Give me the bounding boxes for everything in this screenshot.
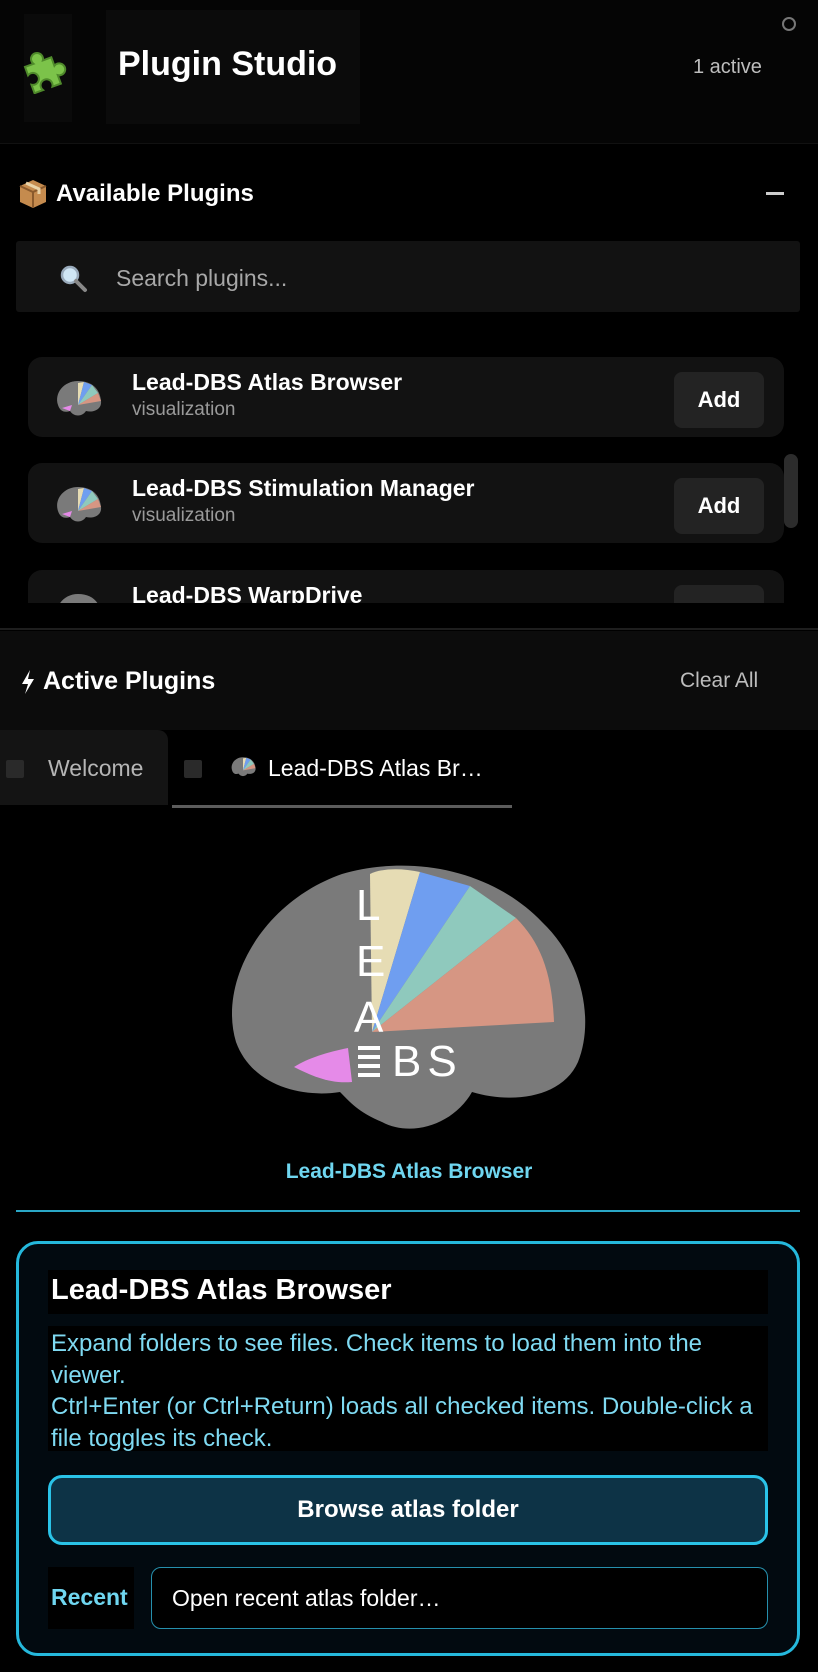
tab-checkbox[interactable] <box>6 760 24 778</box>
recent-label: Recent <box>51 1584 128 1610</box>
minus-icon[interactable] <box>766 192 784 195</box>
recent-select-value: Open recent atlas folder… <box>172 1585 441 1611</box>
tab-label: Welcome <box>48 755 144 781</box>
app-header: Plugin Studio 1 active <box>0 0 818 144</box>
plugin-list: Lead-DBS Atlas Browser visualization Add… <box>0 340 818 603</box>
active-plugins-header: Active Plugins Clear All <box>0 631 818 730</box>
add-plugin-button[interactable] <box>674 585 764 603</box>
magnifier-icon <box>60 265 87 292</box>
tab-label: Lead-DBS Atlas Br… <box>268 755 483 781</box>
clear-all-button[interactable]: Clear All <box>680 669 758 693</box>
tab-checkbox[interactable] <box>184 760 202 778</box>
puzzle-piece-icon <box>23 52 67 94</box>
active-plugins-title: Active Plugins <box>43 667 216 695</box>
plugin-card: Lead-DBS Atlas Browser visualization Add <box>28 357 784 437</box>
browse-atlas-folder-button[interactable]: Browse atlas folder <box>48 1475 768 1545</box>
app-title: Plugin Studio <box>118 45 338 83</box>
search-box <box>16 241 800 312</box>
logo-letters-bs: BS <box>392 1037 463 1086</box>
plugin-card: Lead-DBS Stimulation Manager visualizati… <box>28 463 784 543</box>
plugin-category: visualization <box>132 505 236 526</box>
logo-letter-l: L <box>356 881 380 930</box>
plugin-list-scrollbar[interactable] <box>784 454 798 528</box>
brain-logo-icon <box>57 487 102 522</box>
logo-letter-a: A <box>354 993 384 1042</box>
circle-icon[interactable] <box>782 17 796 31</box>
add-plugin-button[interactable]: Add <box>674 372 764 428</box>
add-plugin-button[interactable]: Add <box>674 478 764 534</box>
recent-folder-select[interactable]: Open recent atlas folder… <box>151 1567 768 1629</box>
plugin-name: Lead-DBS Atlas Browser <box>132 369 403 395</box>
section-divider <box>0 628 818 630</box>
tab-welcome[interactable]: Welcome <box>0 730 168 805</box>
card-title: Lead-DBS Atlas Browser <box>51 1274 392 1306</box>
brain-logo-icon <box>57 381 102 416</box>
lightning-icon <box>22 670 34 694</box>
available-plugins-header: Available Plugins <box>0 170 818 214</box>
atlas-browser-card: Lead-DBS Atlas Browser Expand folders to… <box>16 1241 800 1656</box>
brain-logo-icon <box>60 594 98 603</box>
lead-dbs-brain-logo: L E A BS <box>231 865 586 1129</box>
description-line: Ctrl+Enter (or Ctrl+Return) loads all ch… <box>51 1393 753 1452</box>
plugin-name: Lead-DBS Stimulation Manager <box>132 475 475 501</box>
plugin-category: visualization <box>132 399 236 420</box>
plugin-caption: Lead-DBS Atlas Browser <box>285 1160 533 1183</box>
available-plugins-title: Available Plugins <box>56 180 254 207</box>
caption-rule <box>16 1210 800 1212</box>
card-description: Expand folders to see files. Check items… <box>51 1328 766 1454</box>
tab-atlas-browser[interactable]: Lead-DBS Atlas Br… <box>172 730 512 808</box>
package-icon <box>19 180 47 208</box>
search-input[interactable] <box>114 261 778 295</box>
plugin-card: Lead-DBS WarpDrive <box>28 570 784 603</box>
description-line: Expand folders to see files. Check items… <box>51 1330 703 1389</box>
active-count-badge: 1 active <box>693 56 762 78</box>
logo-letter-e: E <box>356 937 385 986</box>
brain-logo-icon <box>231 757 256 777</box>
plugin-name: Lead-DBS WarpDrive <box>132 582 363 603</box>
